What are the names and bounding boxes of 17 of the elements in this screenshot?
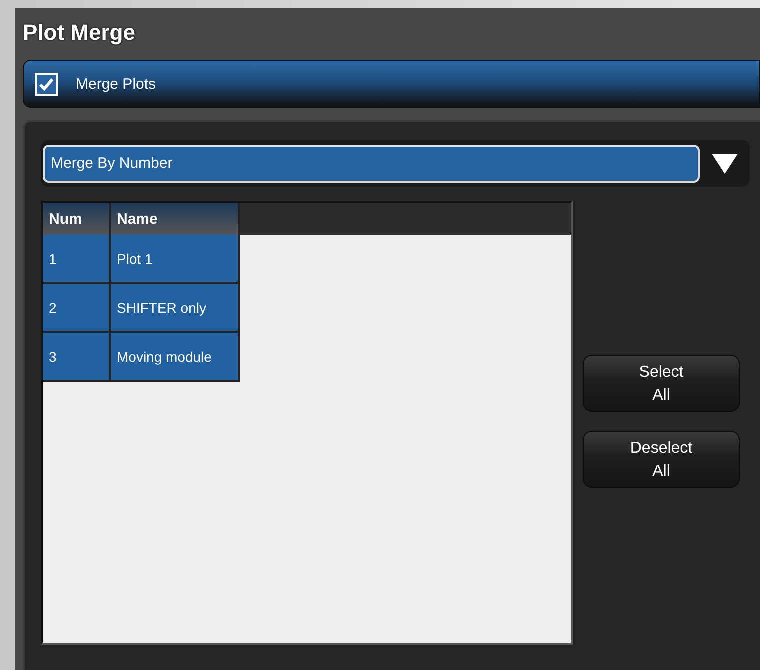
table-cell[interactable]: 2 bbox=[43, 284, 111, 333]
table-cell[interactable]: Plot 1 bbox=[111, 235, 240, 284]
merge-plots-checkbox[interactable] bbox=[35, 72, 58, 96]
window-title: Plot Merge bbox=[23, 20, 136, 46]
select-all-button[interactable]: Select All bbox=[583, 355, 740, 412]
table-cell[interactable]: Moving module bbox=[111, 333, 240, 382]
column-header: Name bbox=[111, 203, 240, 235]
merge-mode-dropdown[interactable]: Merge By Number bbox=[41, 140, 750, 187]
checkmark-icon bbox=[39, 78, 54, 90]
merge-plots-label: Merge Plots bbox=[76, 76, 156, 92]
deselect-all-button[interactable]: Deselect All bbox=[583, 431, 740, 488]
table-cell[interactable]: 3 bbox=[43, 333, 111, 382]
table-cell[interactable]: 1 bbox=[43, 235, 111, 284]
column-header: Num bbox=[43, 203, 111, 235]
merge-mode-field: Merge By Number bbox=[43, 144, 700, 182]
table-cell[interactable]: SHIFTER only bbox=[111, 284, 240, 333]
dropdown-caret-icon[interactable] bbox=[710, 152, 740, 176]
